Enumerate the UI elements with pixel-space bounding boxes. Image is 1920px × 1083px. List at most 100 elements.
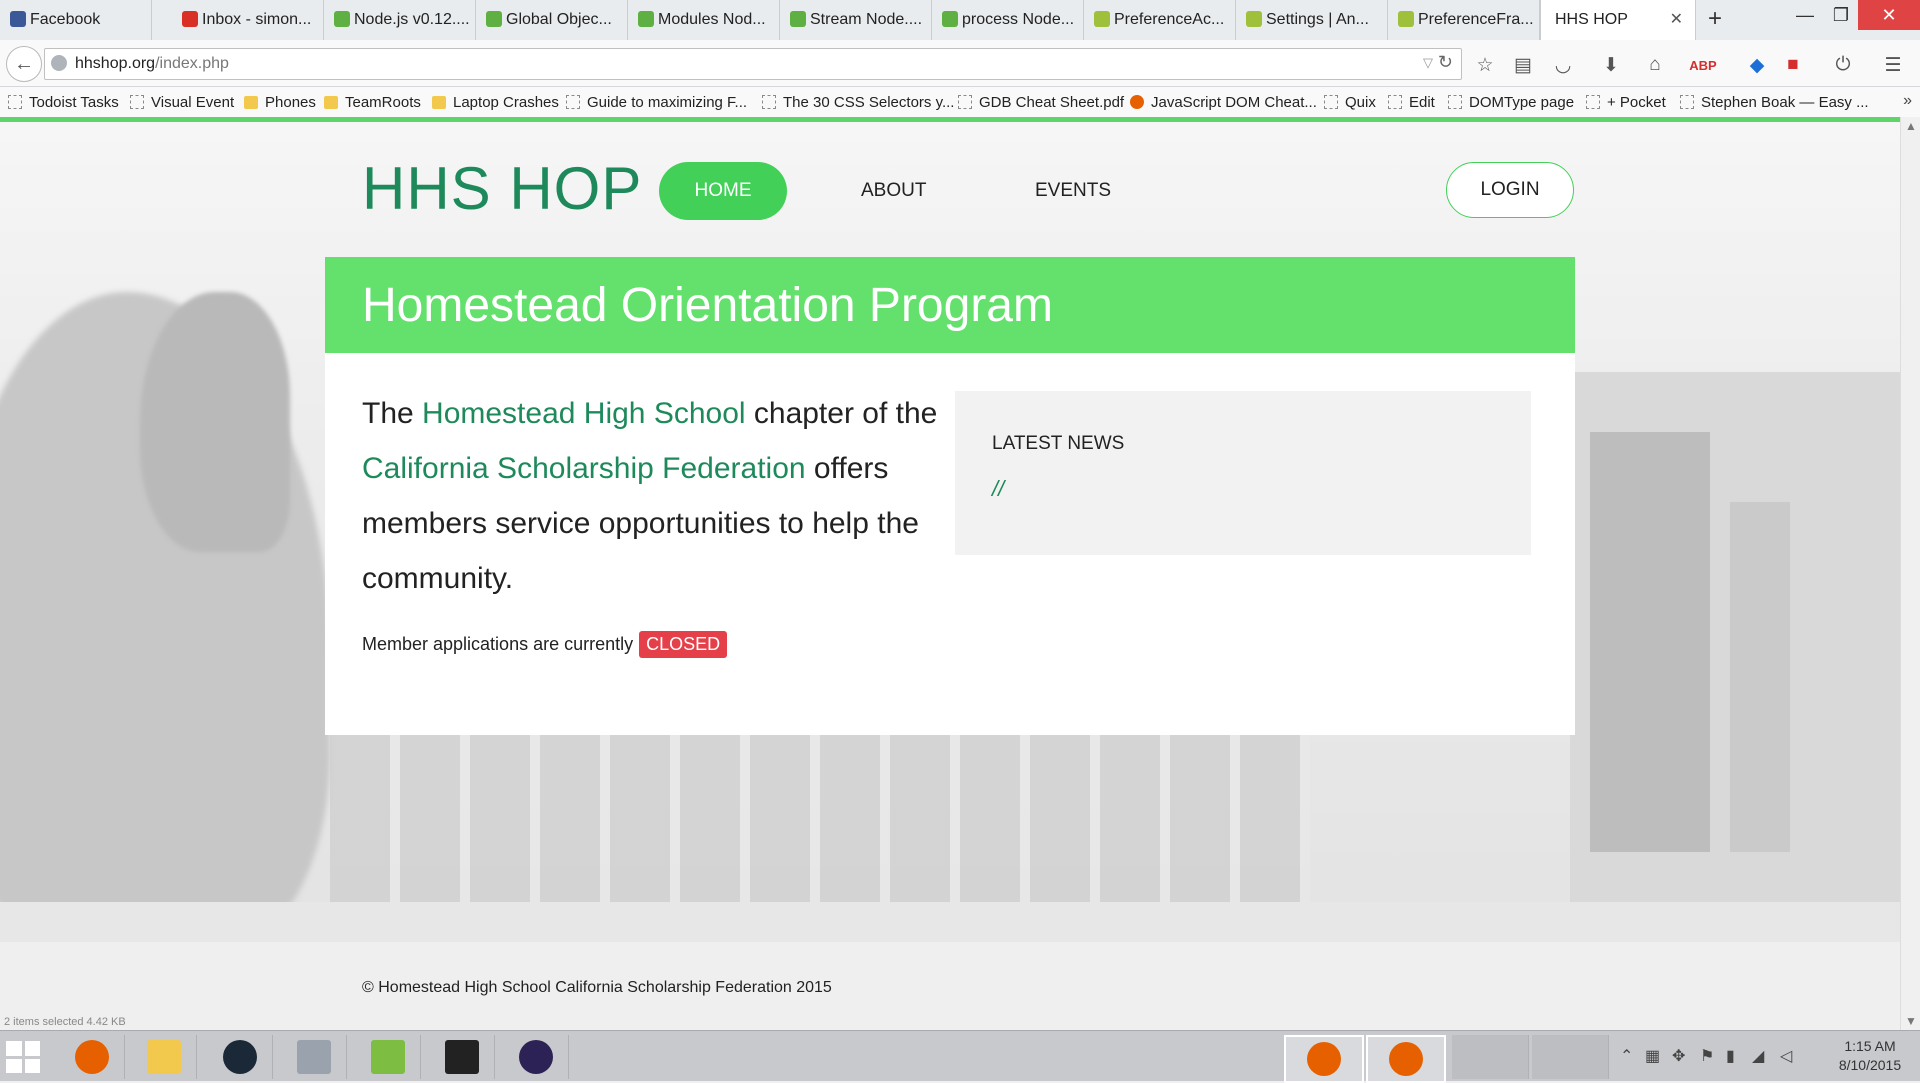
taskbar-notepad[interactable]	[356, 1035, 421, 1079]
scroll-down-icon[interactable]: ▼	[1905, 1014, 1917, 1028]
url-bar[interactable]: hhshop.org/index.php ▽ ↻	[44, 48, 1462, 80]
eclipse-icon	[519, 1040, 553, 1074]
homestead-link[interactable]: Homestead High School	[422, 397, 746, 430]
page-icon	[1324, 95, 1338, 109]
news-heading: LATEST NEWS	[992, 433, 1125, 454]
tab-modules[interactable]: Modules Nod...	[628, 0, 780, 40]
tab-preference-activity[interactable]: PreferenceAc...	[1084, 0, 1236, 40]
latest-news-panel: LATEST NEWS //	[955, 391, 1531, 555]
close-window-button[interactable]: ✕	[1858, 0, 1920, 30]
chevron-right-icon[interactable]: »	[1903, 92, 1912, 110]
tab-facebook[interactable]: Facebook	[0, 0, 152, 40]
taskbar-window-firefox-1[interactable]	[1284, 1035, 1364, 1083]
battery-icon[interactable]: ▮	[1726, 1046, 1735, 1066]
action-center-flag-icon[interactable]: ⚑	[1700, 1046, 1714, 1066]
nav-events-link[interactable]: EVENTS	[1035, 162, 1111, 220]
power-icon[interactable]: ⏻	[1828, 50, 1858, 80]
bookmark-guide[interactable]: Guide to maximizing F...	[566, 92, 747, 112]
extension-bird-icon[interactable]: ◆	[1742, 50, 1772, 80]
clock-date: 8/10/2015	[1838, 1057, 1902, 1073]
taskbar-window-firefox-2[interactable]	[1366, 1035, 1446, 1083]
volume-icon[interactable]: ◁	[1780, 1046, 1792, 1066]
page-icon	[130, 95, 144, 109]
bookmark-phones[interactable]: Phones	[244, 92, 316, 112]
windows-taskbar: 2 items selected 4.42 KB ⌃ ▦ ✥ ⚑ ▮ ◢ ◁ 1…	[0, 1016, 1920, 1083]
home-icon[interactable]: ⌂	[1640, 50, 1670, 80]
nav-about-link[interactable]: ABOUT	[861, 162, 926, 220]
taskbar-steam[interactable]	[208, 1035, 273, 1079]
clock-time: 1:15 AM	[1844, 1038, 1896, 1054]
bookmark-edit[interactable]: Edit	[1388, 92, 1435, 112]
signal-icon[interactable]: ◢	[1752, 1046, 1764, 1066]
bookmarks-toolbar: Todoist Tasks Visual Event Phones TeamRo…	[0, 87, 1920, 118]
close-tab-icon[interactable]: ✕	[1670, 9, 1683, 29]
page-icon	[1586, 95, 1600, 109]
tab-hhs-hop[interactable]: HHS HOP ✕	[1540, 0, 1696, 40]
site-logo[interactable]: HHS HOP	[362, 154, 642, 223]
tray-expand-icon[interactable]: ⌃	[1620, 1046, 1633, 1066]
back-button[interactable]: ←	[6, 46, 42, 82]
bookmark-pocket[interactable]: + Pocket	[1586, 92, 1666, 112]
download-icon[interactable]: ⬇	[1596, 50, 1626, 80]
scroll-up-icon[interactable]: ▲	[1905, 119, 1917, 133]
network-icon[interactable]: ▦	[1645, 1046, 1660, 1066]
bookmark-domtype[interactable]: DOMType page	[1448, 92, 1574, 112]
bookmark-css-selectors[interactable]: The 30 CSS Selectors y...	[762, 92, 954, 112]
new-tab-button[interactable]: +	[1708, 5, 1722, 33]
page-scrollbar[interactable]: ▲ ▼	[1900, 117, 1920, 1030]
page-title: Homestead Orientation Program	[362, 279, 1053, 332]
taskbar-eclipse[interactable]	[504, 1035, 569, 1079]
taskbar-window-4[interactable]	[1532, 1035, 1609, 1079]
globe-icon	[51, 55, 67, 71]
status-badge: CLOSED	[639, 631, 728, 658]
android-icon	[1246, 11, 1262, 27]
star-icon[interactable]: ☆	[1470, 50, 1500, 80]
bookmark-gdb[interactable]: GDB Cheat Sheet.pdf	[958, 92, 1124, 112]
menu-icon[interactable]: ☰	[1878, 50, 1908, 80]
applications-status: Member applications are currently CLOSED	[362, 631, 728, 658]
reload-icon[interactable]: ↻	[1438, 52, 1453, 73]
bookmark-todoist[interactable]: Todoist Tasks	[8, 92, 119, 112]
back-arrow-icon: ←	[14, 52, 34, 75]
tab-global-objects[interactable]: Global Objec...	[476, 0, 628, 40]
tab-preference-fragment[interactable]: PreferenceFra...	[1388, 0, 1540, 40]
windows-start-icon[interactable]	[6, 1041, 40, 1073]
nav-home-button[interactable]: HOME	[659, 162, 787, 220]
login-button[interactable]: LOGIN	[1446, 162, 1574, 218]
csf-link[interactable]: California Scholarship Federation	[362, 452, 806, 485]
taskbar-photos[interactable]	[282, 1035, 347, 1079]
nodejs-icon	[638, 11, 654, 27]
reading-list-icon[interactable]: ▤	[1508, 50, 1538, 80]
tab-inbox[interactable]: Inbox - simon...	[172, 0, 324, 40]
dropbox-icon[interactable]: ✥	[1672, 1046, 1685, 1066]
news-content: //	[992, 476, 1005, 501]
adblock-icon[interactable]: ABP	[1688, 50, 1718, 80]
taskbar-window-3[interactable]	[1452, 1035, 1529, 1079]
bookmark-stephen-boak[interactable]: Stephen Boak — Easy ...	[1680, 92, 1869, 112]
ground-shape	[0, 902, 1900, 947]
applications-text: Member applications are currently	[362, 634, 634, 654]
firefox-icon	[1389, 1042, 1423, 1076]
extension-red-icon[interactable]: ■	[1778, 50, 1808, 80]
folder-icon	[324, 95, 338, 109]
explorer-status-text: 2 items selected 4.42 KB	[4, 1016, 126, 1028]
tab-nodejs[interactable]: Node.js v0.12....	[324, 0, 476, 40]
bookmark-visual-event[interactable]: Visual Event	[130, 92, 234, 112]
taskbar-firefox[interactable]	[60, 1035, 125, 1079]
taskbar-terminal[interactable]	[430, 1035, 495, 1079]
taskbar-file-explorer[interactable]	[132, 1035, 197, 1079]
bookmark-quix[interactable]: Quix	[1324, 92, 1376, 112]
tab-settings[interactable]: Settings | An...	[1236, 0, 1388, 40]
url-dropdown-icon[interactable]: ▽	[1423, 55, 1433, 71]
browser-nav-bar: ← hhshop.org/index.php ▽ ↻	[0, 40, 1920, 87]
bookmark-js-dom[interactable]: JavaScript DOM Cheat...	[1130, 92, 1317, 112]
page-icon	[8, 95, 22, 109]
bookmark-teamroots[interactable]: TeamRoots	[324, 92, 421, 112]
tab-process[interactable]: process Node...	[932, 0, 1084, 40]
pocket-icon[interactable]: ◡	[1548, 50, 1578, 80]
taskbar-clock[interactable]: 1:15 AM 8/10/2015	[1828, 1037, 1912, 1075]
nodejs-icon	[942, 11, 958, 27]
page-icon	[762, 95, 776, 109]
tab-stream[interactable]: Stream Node....	[780, 0, 932, 40]
bookmark-laptop-crashes[interactable]: Laptop Crashes	[432, 92, 559, 112]
